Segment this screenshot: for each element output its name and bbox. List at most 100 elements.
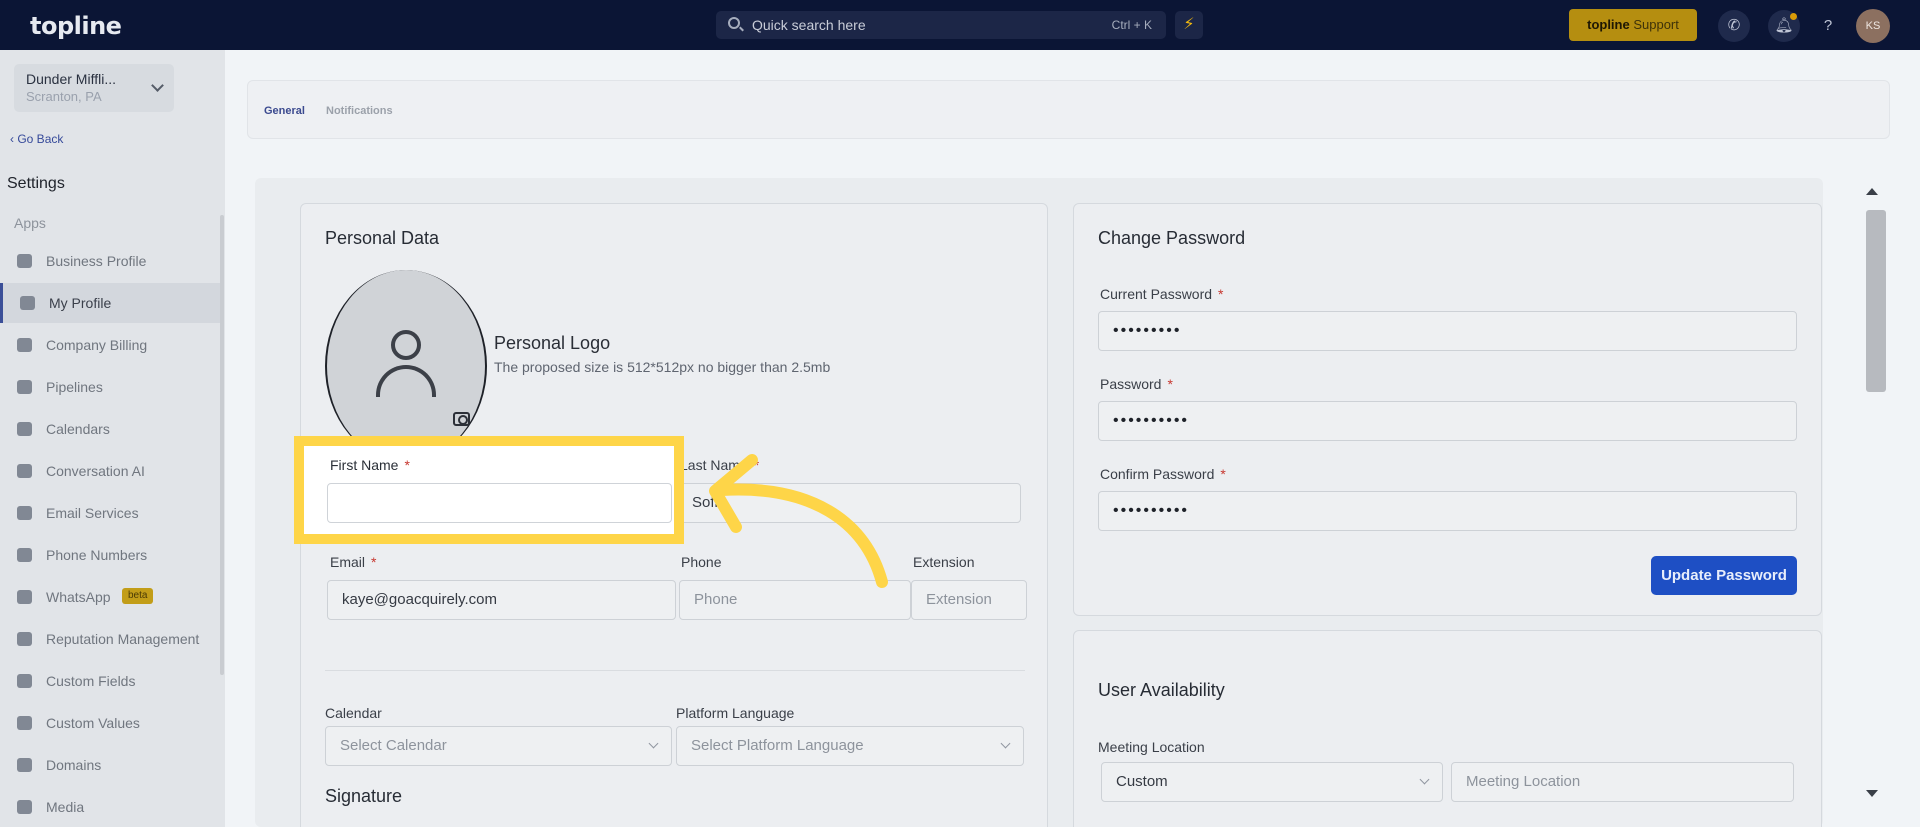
sidebar-item-phone-numbers[interactable]: Phone Numbers xyxy=(0,535,222,575)
briefcase-icon xyxy=(17,254,32,268)
sidebar-item-label: Business Profile xyxy=(46,253,147,269)
edit-icon xyxy=(17,674,32,688)
sidebar-item-label: Calendars xyxy=(46,421,110,437)
calendar-label: Calendar xyxy=(325,705,382,721)
sidebar-item-business-profile[interactable]: Business Profile xyxy=(0,241,222,281)
help-icon[interactable]: ? xyxy=(1812,10,1844,42)
first-name-input[interactable] xyxy=(327,483,672,523)
chevron-down-icon xyxy=(1419,774,1430,785)
sidebar-item-label: Email Services xyxy=(46,505,139,521)
sidebar-item-conversation-ai[interactable]: Conversation AI xyxy=(0,451,222,491)
scroll-up-icon[interactable] xyxy=(1866,188,1878,195)
chevron-down-icon xyxy=(648,738,659,749)
current-password-label: Current Password * xyxy=(1100,286,1224,302)
quick-search[interactable]: Quick search here Ctrl + K xyxy=(716,11,1166,39)
app-logo[interactable]: topline xyxy=(30,12,122,40)
user-icon xyxy=(20,296,35,310)
search-placeholder: Quick search here xyxy=(752,17,866,33)
support-label: Support xyxy=(1633,17,1679,32)
go-back-link[interactable]: ‹ Go Back xyxy=(10,132,63,146)
chat-icon xyxy=(17,464,32,478)
main-scrollbar-thumb[interactable] xyxy=(1866,210,1886,392)
meeting-type-value: Custom xyxy=(1116,773,1168,790)
personal-data-title: Personal Data xyxy=(325,228,440,248)
sidebar-item-label: Phone Numbers xyxy=(46,547,148,563)
confirm-password-input[interactable]: •••••••••• xyxy=(1098,491,1797,531)
email-input[interactable]: kaye@goacquirely.com xyxy=(327,580,676,620)
current-password-input[interactable]: ••••••••• xyxy=(1098,311,1797,351)
pointer-arrow-icon xyxy=(709,454,888,588)
phone-icon[interactable]: ✆ xyxy=(1718,10,1750,42)
bell-icon[interactable]: 🔔︎ xyxy=(1768,10,1800,42)
sidebar-item-label: Media xyxy=(46,799,85,815)
search-shortcut: Ctrl + K xyxy=(1111,18,1152,32)
sidebar-item-custom-values[interactable]: Custom Values xyxy=(0,703,222,743)
sidebar-item-label: Custom Values xyxy=(46,715,140,731)
beta-badge: beta xyxy=(122,588,154,604)
location-switcher[interactable]: Dunder Miffli... Scranton, PA xyxy=(14,64,174,112)
scroll-down-icon[interactable] xyxy=(1866,790,1878,797)
extension-input[interactable]: Extension xyxy=(911,580,1027,620)
password-input[interactable]: •••••••••• xyxy=(1098,401,1797,441)
meeting-type-select[interactable]: Custom xyxy=(1101,762,1443,802)
meeting-location-label: Meeting Location xyxy=(1098,739,1205,755)
sidebar-item-domains[interactable]: Domains xyxy=(0,745,222,785)
support-brand: topline xyxy=(1587,17,1630,32)
chevron-down-icon xyxy=(1000,738,1011,749)
sidebar-item-email-services[interactable]: Email Services xyxy=(0,493,222,533)
personal-logo-title: Personal Logo xyxy=(494,333,611,353)
calendar-select-value: Select Calendar xyxy=(340,737,447,754)
calendar-select[interactable]: Select Calendar xyxy=(325,726,672,766)
location-name: Dunder Miffli... xyxy=(26,71,116,87)
search-icon xyxy=(728,17,740,29)
sidebar-item-label: My Profile xyxy=(49,295,112,311)
change-password-title: Change Password xyxy=(1098,228,1246,248)
extension-label: Extension xyxy=(913,554,975,570)
sidebar-item-my-profile[interactable]: My Profile xyxy=(0,283,222,323)
meeting-location-input[interactable]: Meeting Location xyxy=(1451,762,1794,802)
camera-icon[interactable] xyxy=(453,412,470,426)
sidebar-item-label: Domains xyxy=(46,757,102,773)
settings-title: Settings xyxy=(7,175,65,192)
video-icon xyxy=(17,800,32,814)
section-divider xyxy=(325,670,1025,671)
sidebar-item-label: Pipelines xyxy=(46,379,103,395)
sidebar-item-label: Conversation AI xyxy=(46,463,145,479)
sidebar-item-label: Reputation Management xyxy=(46,631,200,647)
sidebar-item-whatsapp[interactable]: WhatsApp beta xyxy=(0,577,222,617)
phone-icon xyxy=(17,548,32,562)
sidebar-item-label: Custom Fields xyxy=(46,673,136,689)
top-bar: topline Quick search here Ctrl + K ⚡ top… xyxy=(0,0,1920,50)
filter-icon xyxy=(17,380,32,394)
mail-icon xyxy=(17,506,32,520)
first-name-label: First Name * xyxy=(330,457,410,473)
grid-icon xyxy=(17,338,32,352)
sidebar-item-pipelines[interactable]: Pipelines xyxy=(0,367,222,407)
calendar-icon xyxy=(17,422,32,436)
user-availability-title: User Availability xyxy=(1098,680,1225,700)
lightning-icon[interactable]: ⚡ xyxy=(1175,11,1203,39)
sidebar-item-reputation-management[interactable]: Reputation Management xyxy=(0,619,222,659)
sidebar-scrollbar[interactable] xyxy=(220,215,224,675)
sidebar-item-media[interactable]: Media xyxy=(0,787,222,827)
email-label: Email * xyxy=(330,554,377,570)
star-icon xyxy=(17,632,32,646)
confirm-password-label: Confirm Password * xyxy=(1100,466,1226,482)
sidebar-item-calendars[interactable]: Calendars xyxy=(0,409,222,449)
notification-dot xyxy=(1790,13,1797,20)
signature-title: Signature xyxy=(325,786,403,806)
settings-tabs: General Notifications xyxy=(247,80,1890,139)
language-select[interactable]: Select Platform Language xyxy=(676,726,1024,766)
sidebar-item-company-billing[interactable]: Company Billing xyxy=(0,325,222,365)
support-button[interactable]: topline Support xyxy=(1569,9,1697,41)
sidebar-item-custom-fields[interactable]: Custom Fields xyxy=(0,661,222,701)
tab-notifications[interactable]: Notifications xyxy=(326,105,393,117)
user-icon xyxy=(391,330,421,360)
user-avatar[interactable]: KS xyxy=(1856,9,1890,43)
tab-general[interactable]: General xyxy=(264,105,305,117)
sidebar: Dunder Miffli... Scranton, PA ‹ Go Back … xyxy=(0,50,225,827)
update-password-button[interactable]: Update Password xyxy=(1651,556,1797,595)
language-label: Platform Language xyxy=(676,705,795,721)
password-label: Password * xyxy=(1100,376,1173,392)
pie-icon xyxy=(17,716,32,730)
